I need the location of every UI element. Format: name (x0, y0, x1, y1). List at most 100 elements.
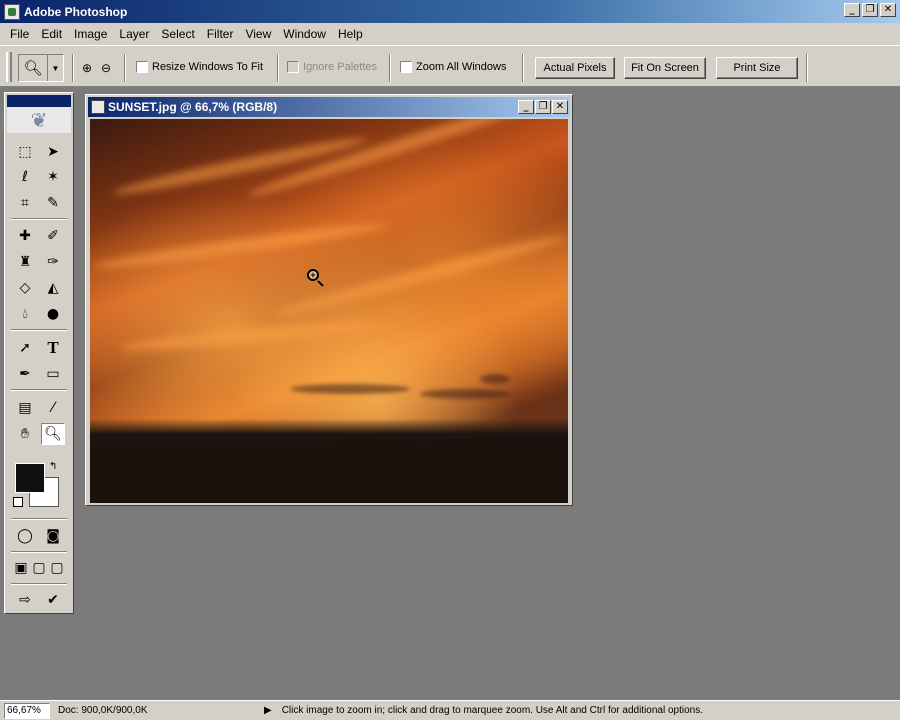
minimize-button[interactable]: _ (844, 3, 860, 17)
crop-icon[interactable]: ⌗ (13, 192, 37, 214)
marquee-icon[interactable]: ⬚ (13, 141, 37, 163)
document-info[interactable]: Doc: 900,0K/900,0K (58, 705, 258, 716)
brush-icon[interactable]: ✐ (41, 225, 65, 247)
separator (806, 54, 808, 82)
default-colors-icon[interactable] (13, 497, 23, 507)
standard-mode-icon[interactable]: ◯ (13, 525, 37, 547)
cloud-streak (90, 218, 390, 274)
healing-brush-icon[interactable]: ✚ (13, 225, 37, 247)
history-brush-icon[interactable]: ✑ (41, 251, 65, 273)
menu-help[interactable]: Help (332, 27, 369, 41)
separator (522, 54, 524, 82)
toolbox-divider (11, 218, 67, 220)
toolbox-divider (11, 551, 67, 553)
separator (389, 54, 391, 82)
toolbox-divider (11, 583, 67, 585)
image-canvas[interactable]: + (90, 119, 568, 503)
type-icon[interactable]: T (41, 337, 65, 359)
options-bar-grip[interactable] (6, 52, 12, 82)
actual-pixels-button[interactable]: Actual Pixels (535, 57, 615, 79)
paint-bucket-icon[interactable]: ◭ (41, 277, 65, 299)
eraser-icon[interactable]: ◇ (13, 277, 37, 299)
resize-windows-checkbox[interactable]: Resize Windows To Fit (136, 61, 263, 73)
path-selection-icon[interactable]: ➚ (13, 337, 37, 359)
dodge-icon[interactable]: ● (41, 303, 65, 325)
menu-filter[interactable]: Filter (201, 27, 240, 41)
zoom-all-windows-checkbox[interactable]: Zoom All Windows (400, 61, 506, 73)
fit-on-screen-button[interactable]: Fit On Screen (624, 57, 706, 79)
jump-to-imageready-icon[interactable]: ⇨ (13, 589, 37, 611)
cloud-streak (119, 317, 381, 355)
print-size-button[interactable]: Print Size (716, 57, 798, 79)
standard-screen-mode-icon[interactable]: ▣ (11, 557, 31, 579)
full-screen-menu-mode-icon[interactable]: ▢ (29, 557, 49, 579)
document-title: SUNSET.jpg @ 66,7% (RGB/8) (108, 100, 278, 114)
app-title-bar: Adobe Photoshop _ ❐ ✕ (0, 0, 900, 23)
zoom-level-field[interactable]: 66,67% (4, 702, 50, 719)
close-button[interactable]: ✕ (880, 3, 896, 17)
menu-file[interactable]: File (4, 27, 35, 41)
magic-wand-icon[interactable]: ✶ (41, 166, 65, 188)
mountain-silhouette (90, 437, 568, 503)
resize-windows-label: Resize Windows To Fit (152, 61, 264, 73)
separator (277, 54, 279, 82)
menu-select[interactable]: Select (155, 27, 200, 41)
checkbox-box[interactable] (136, 61, 148, 73)
lasso-icon[interactable]: ℓ (13, 166, 37, 188)
zoom-tool-icon: 🔍︎ (23, 60, 43, 77)
zoom-all-windows-label: Zoom All Windows (416, 61, 507, 73)
eyedropper-icon[interactable]: ⁄ (41, 397, 65, 419)
toolbox-header[interactable] (7, 95, 71, 107)
menu-bar: File Edit Image Layer Select Filter View… (0, 23, 900, 45)
checkbox-box (287, 61, 299, 73)
blur-icon[interactable]: 💧︎ (13, 303, 37, 325)
dark-cloud (290, 384, 410, 394)
rectangle-shape-icon[interactable]: ▭ (41, 363, 65, 385)
swap-colors-icon[interactable]: ↰ (49, 461, 57, 472)
document-maximize-button[interactable]: ❐ (535, 100, 551, 114)
notes-icon[interactable]: ▤ (13, 397, 37, 419)
ignore-palettes-label: Ignore Palettes (303, 61, 377, 73)
toolbox-divider (11, 329, 67, 331)
document-window: SUNSET.jpg @ 66,7% (RGB/8) _ ❐ ✕ + (85, 94, 573, 506)
document-close-button[interactable]: ✕ (552, 100, 568, 114)
photoshop-app-icon (4, 3, 20, 20)
slice-icon[interactable]: ✎ (41, 192, 65, 214)
toolbox-divider (11, 389, 67, 391)
app-title: Adobe Photoshop (24, 4, 128, 19)
toolbox-divider (11, 518, 67, 520)
clone-stamp-icon[interactable]: ♜ (13, 251, 37, 273)
dark-cloud (480, 374, 510, 384)
restore-button[interactable]: ❐ (862, 3, 878, 17)
checkmark-icon[interactable]: ✔ (41, 589, 65, 611)
zoom-in-icon[interactable]: ⊕ (78, 59, 96, 77)
menu-window[interactable]: Window (277, 27, 332, 41)
options-bar: 🔍︎ ▼ ⊕ ⊖ Resize Windows To Fit Ignore Pa… (0, 45, 900, 87)
document-minimize-button[interactable]: _ (518, 100, 534, 114)
dark-cloud (420, 389, 510, 399)
menu-layer[interactable]: Layer (113, 27, 155, 41)
status-menu-arrow-icon[interactable]: ▶ (264, 705, 272, 716)
zoom-cursor-icon: + (307, 269, 319, 281)
zoom-icon[interactable]: 🔍︎ (41, 423, 65, 445)
document-window-controls: _ ❐ ✕ (518, 100, 568, 114)
menu-view[interactable]: View (239, 27, 277, 41)
hand-icon[interactable]: ✋︎ (13, 423, 37, 445)
quick-mask-mode-icon[interactable]: ◙ (41, 525, 65, 547)
zoom-out-icon[interactable]: ⊖ (97, 59, 115, 77)
pen-icon[interactable]: ✒ (13, 363, 37, 385)
window-controls: _ ❐ ✕ (844, 3, 896, 17)
document-title-bar[interactable]: SUNSET.jpg @ 66,7% (RGB/8) _ ❐ ✕ (88, 97, 570, 117)
move-icon[interactable]: ➤ (41, 141, 65, 163)
separator (124, 54, 126, 82)
menu-image[interactable]: Image (68, 27, 113, 41)
toolbox: ❦ ⬚ ➤ ℓ ✶ ⌗ ✎ ✚ ✐ ♜ ✑ ◇ ◭ 💧︎ ● ➚ T ✒ ▭ ▤… (4, 92, 74, 614)
full-screen-mode-icon[interactable]: ▢ (47, 557, 67, 579)
ignore-palettes-checkbox: Ignore Palettes (287, 61, 377, 73)
checkbox-box[interactable] (400, 61, 412, 73)
tool-preset-picker[interactable]: 🔍︎ ▼ (18, 54, 64, 82)
foreground-color-swatch[interactable] (15, 463, 45, 493)
menu-edit[interactable]: Edit (35, 27, 68, 41)
chevron-down-icon[interactable]: ▼ (47, 55, 63, 81)
photoshop-feather-icon[interactable]: ❦ (7, 107, 71, 133)
